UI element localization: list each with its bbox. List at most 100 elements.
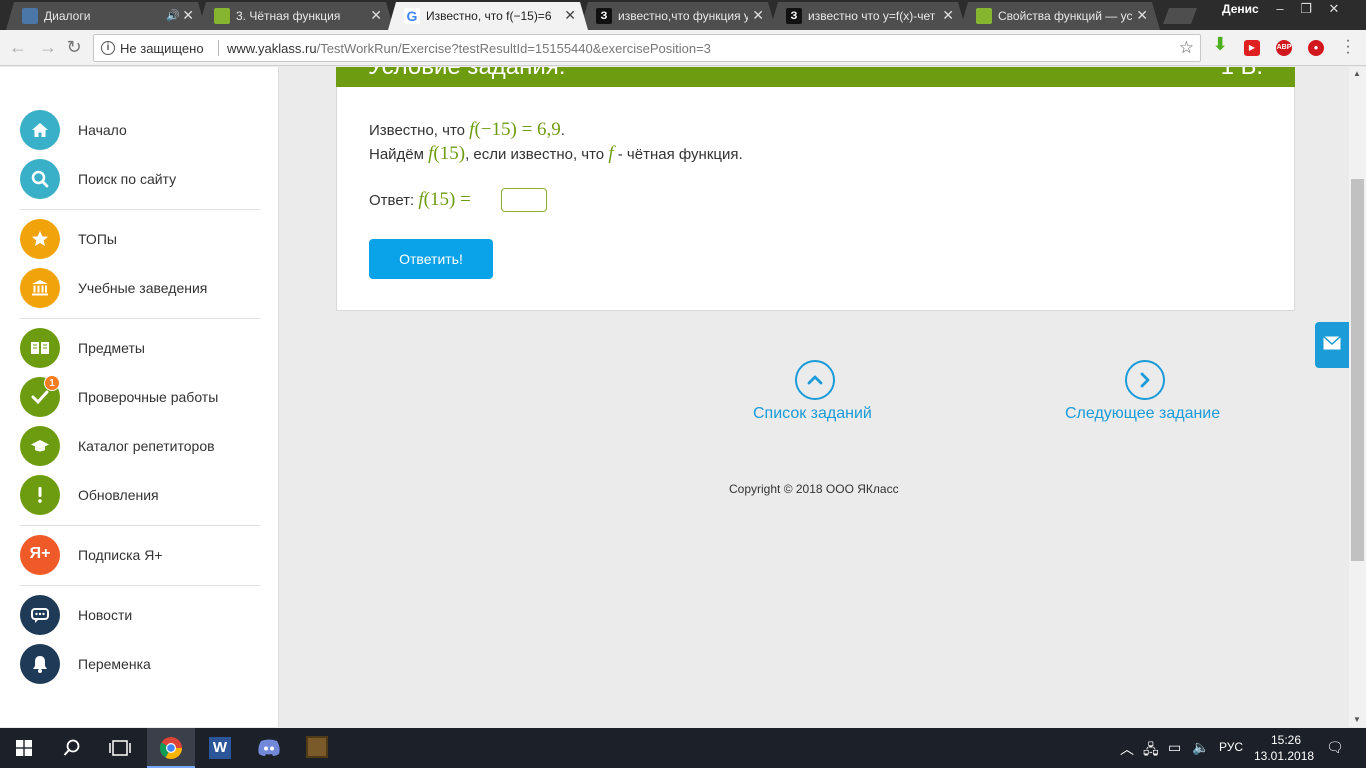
taskbar-minecraft-icon[interactable] (293, 728, 341, 768)
sidebar-divider (20, 318, 260, 319)
sidebar-item-search[interactable]: Поиск по сайту (20, 159, 260, 199)
chevron-up-icon (795, 360, 835, 400)
close-window-icon[interactable]: ✕ (1322, 1, 1346, 17)
scroll-up-arrow-icon[interactable]: ▲ (1353, 69, 1361, 78)
sidebar-item-home[interactable]: Начало (20, 110, 260, 150)
task-points: 1 Б. (1221, 67, 1263, 81)
sidebar-item-label: Поиск по сайту (78, 171, 177, 187)
tray-chevron-up-icon[interactable]: ︿ (1120, 739, 1134, 759)
next-task-link[interactable]: Следующее задание (1062, 360, 1232, 430)
tab-known-y[interactable]: З известно что y=f(x)-чет ✕ (770, 2, 966, 30)
exclamation-icon (20, 475, 60, 515)
task-view-icon[interactable] (96, 728, 144, 768)
sidebar-item-label: Проверочные работы (78, 389, 219, 405)
sidebar-item-tutors[interactable]: Каталог репетиторов (20, 426, 260, 466)
sidebar-item-schools[interactable]: Учебные заведения (20, 268, 260, 308)
task-list-link[interactable]: Список заданий (745, 360, 885, 430)
tab-close-icon[interactable]: ✕ (1136, 7, 1148, 24)
clock-date[interactable]: 13.01.2018 (1254, 749, 1314, 763)
taskbar-search-icon[interactable] (48, 728, 96, 768)
url-text[interactable]: www.yaklass.ru/TestWorkRun/Exercise?test… (227, 41, 711, 56)
page-scrollbar[interactable]: ▲ ▼ (1349, 67, 1366, 727)
security-label[interactable]: Не защищено (120, 41, 204, 56)
chat-icon (20, 595, 60, 635)
task-header-title: Условие задания: (368, 67, 565, 81)
condition-text: Известно, что (369, 122, 470, 139)
tab-close-icon[interactable]: ✕ (752, 7, 764, 24)
answer-input[interactable] (501, 188, 547, 212)
windows-start-icon[interactable] (0, 728, 48, 768)
tab-known-that[interactable]: G Известно, что f(−15)=6 ✕ (388, 2, 588, 30)
graduation-cap-icon (20, 426, 60, 466)
browser-menu-icon[interactable]: · · · (1340, 33, 1356, 61)
yaklass-icon (214, 8, 230, 24)
restore-icon[interactable]: ❐ (1294, 1, 1318, 17)
sidebar-item-label: Подписка Я+ (78, 547, 163, 563)
reload-icon[interactable]: ↻ (62, 37, 86, 58)
znanija-icon: З (596, 8, 612, 24)
tab-dialogs[interactable]: Диалоги 🔊 ✕ (6, 2, 206, 30)
download-arrow-icon[interactable]: ⬇ (1212, 35, 1228, 53)
sidebar-item-subscription[interactable]: Я+ Подписка Я+ (20, 535, 260, 575)
copyright-text: Copyright © 2018 ООО ЯКласс (729, 482, 899, 496)
input-language[interactable]: РУС (1219, 740, 1243, 754)
condition-text: . (560, 122, 565, 139)
tab-close-icon[interactable]: ✕ (370, 7, 382, 24)
clock-time[interactable]: 15:26 (1266, 733, 1306, 747)
sidebar-item-label: Предметы (78, 340, 145, 356)
network-icon[interactable]: 🖧 (1143, 739, 1159, 763)
submit-answer-button[interactable]: Ответить! (369, 239, 493, 279)
info-icon[interactable]: i (101, 41, 115, 55)
new-tab-button[interactable] (1163, 8, 1197, 24)
tab-close-icon[interactable]: ✕ (942, 7, 954, 24)
sidebar-item-tests[interactable]: 1 Проверочные работы (20, 375, 260, 417)
profile-name[interactable]: Денис (1222, 2, 1259, 16)
scroll-thumb[interactable] (1351, 179, 1364, 561)
bookmark-star-icon[interactable]: ☆ (1179, 38, 1194, 58)
back-arrow-icon[interactable]: ← (6, 37, 30, 58)
sidebar-item-updates[interactable]: Обновления (20, 475, 260, 515)
sidebar-item-break[interactable]: Переменка (20, 644, 260, 684)
notification-badge: 1 (44, 375, 60, 391)
task-condition-line-1: Известно, что f(−15) = 6,9. (369, 119, 565, 141)
vk-play-icon (22, 8, 38, 24)
sidebar-item-news[interactable]: Новости (20, 595, 260, 635)
book-icon (20, 328, 60, 368)
sidebar-item-subjects[interactable]: Предметы (20, 328, 260, 368)
adblock-icon[interactable]: ABP (1276, 40, 1292, 56)
sidebar-item-tops[interactable]: ТОПы (20, 219, 260, 259)
browser-tab-strip: Диалоги 🔊 ✕ 3. Чётная функция ✕ G Извест… (0, 0, 1366, 30)
minimize-icon[interactable]: – (1268, 1, 1292, 16)
math-expression-rest: (−15) = 6,9 (474, 119, 561, 140)
sidebar-divider (20, 525, 260, 526)
tab-close-icon[interactable]: ✕ (564, 7, 576, 24)
sidebar-item-label: ТОПы (78, 231, 117, 247)
battery-icon[interactable]: ▭ (1168, 739, 1181, 756)
taskbar-discord-icon[interactable] (245, 728, 293, 768)
answer-label: Ответ: (369, 192, 419, 209)
shield-extension-icon[interactable]: ● (1308, 40, 1324, 56)
sidebar-divider (20, 585, 260, 586)
tab-even-function[interactable]: 3. Чётная функция ✕ (198, 2, 394, 30)
taskbar-chrome-icon[interactable] (147, 728, 195, 768)
ya-plus-icon-text: Я+ (29, 545, 51, 562)
chevron-right-icon (1125, 360, 1165, 400)
address-bar[interactable]: i Не защищено www.yaklass.ru/TestWorkRun… (93, 34, 1201, 62)
math-expression-rest: (15) = (423, 189, 471, 210)
condition-text: - чётная функция. (613, 146, 743, 163)
tab-function-properties[interactable]: Свойства функций — ус ✕ (960, 2, 1160, 30)
forward-arrow-icon[interactable]: → (36, 37, 60, 58)
notifications-icon[interactable]: 🗨 (1326, 739, 1344, 756)
scroll-down-arrow-icon[interactable]: ▼ (1353, 715, 1361, 724)
math-expression-rest: (15) (433, 143, 466, 164)
znanija-icon: З (786, 8, 802, 24)
home-icon (20, 110, 60, 150)
tab-close-icon[interactable]: ✕ (182, 7, 194, 24)
taskbar-word-icon[interactable]: W (196, 728, 244, 768)
volume-icon[interactable]: 🔈 (1192, 739, 1209, 756)
url-path: /TestWorkRun/Exercise?testResultId=15155… (316, 41, 711, 56)
video-extension-icon[interactable]: ▶ (1244, 40, 1260, 56)
tab-known-function[interactable]: З известно,что функция у ✕ (580, 2, 776, 30)
sidebar-divider (20, 209, 260, 210)
feedback-button[interactable] (1315, 322, 1349, 368)
